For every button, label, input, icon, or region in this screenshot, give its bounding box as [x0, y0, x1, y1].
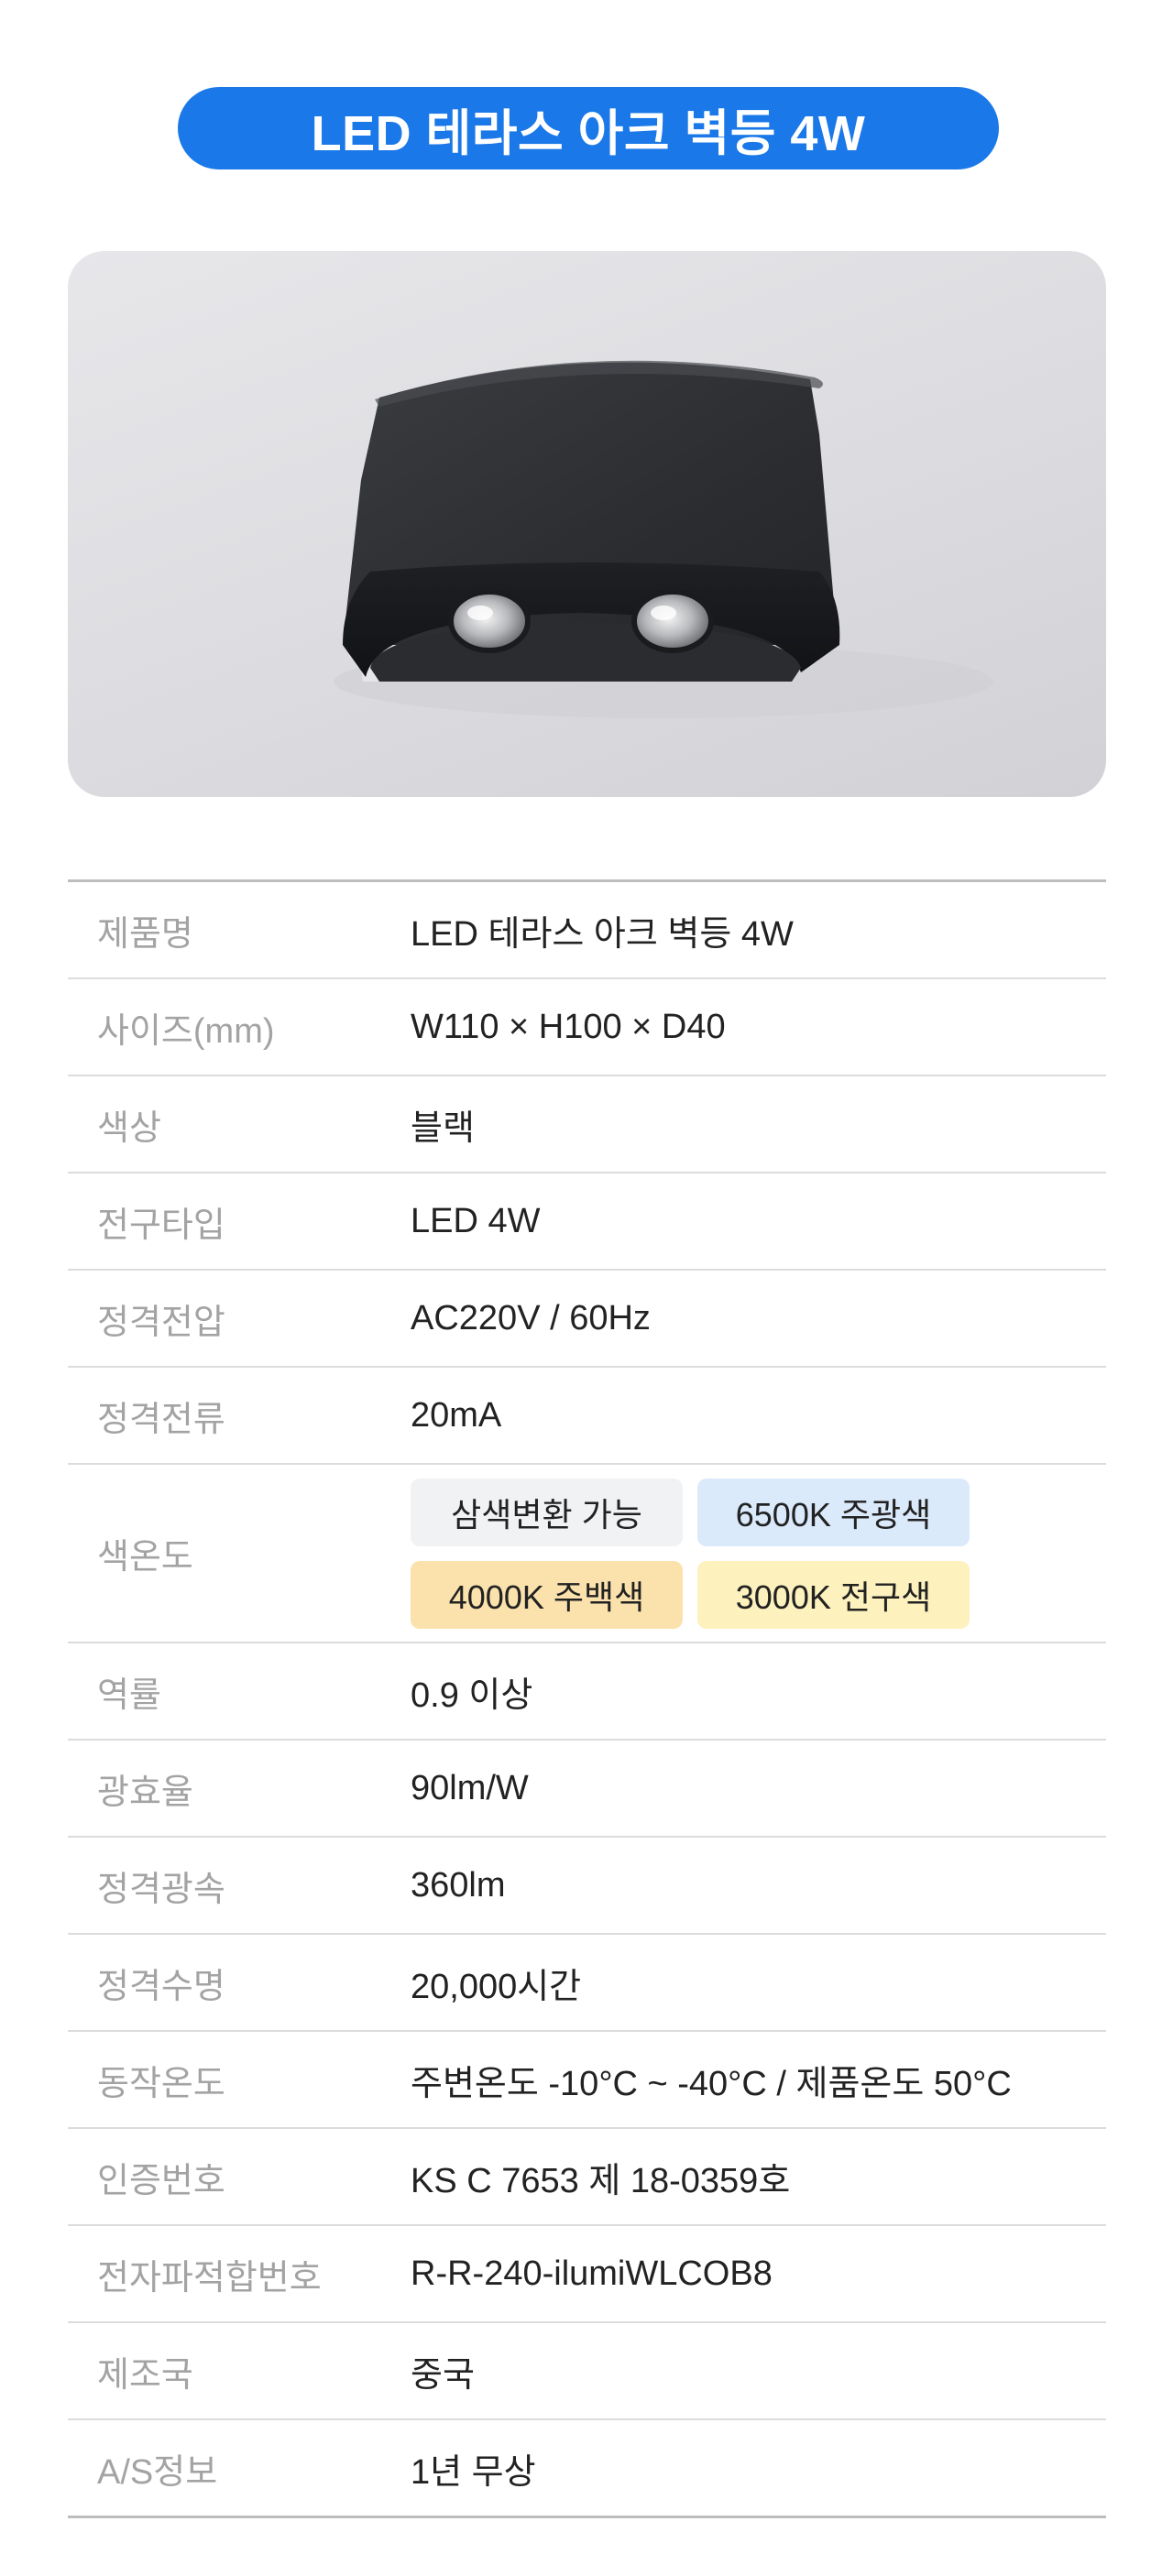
spec-label: A/S정보 — [97, 2452, 218, 2492]
color-temp-chip: 3000K 전구색 — [697, 1560, 970, 1629]
spec-value: W110 × H100 × D40 — [411, 1007, 726, 1046]
spec-row-product-name: 제품명 LED 테라스 아크 벽등 4W — [68, 882, 1106, 979]
spec-label: 동작온도 — [97, 2064, 225, 2103]
spec-row-color-temperature: 색온도 삼색변환 가능 6500K 주광색 4000K 주백색 3000K 전구… — [68, 1465, 1106, 1643]
spec-value: KS C 7653 제 18-0359호 — [411, 2161, 791, 2200]
color-temp-chip: 삼색변환 가능 — [411, 1478, 683, 1546]
spec-label: 역률 — [97, 1675, 161, 1715]
color-temp-chip: 6500K 주광색 — [697, 1478, 970, 1546]
spec-row-origin: 제조국 중국 — [68, 2323, 1106, 2420]
spec-label: 제품명 — [97, 914, 193, 954]
spec-row-rated-current: 정격전류 20mA — [68, 1368, 1106, 1465]
spec-label: 정격광속 — [97, 1870, 225, 1909]
spec-row-luminous-flux: 정격광속 360lm — [68, 1838, 1106, 1935]
spec-value: 1년 무상 — [411, 2452, 536, 2492]
spec-row-as-info: A/S정보 1년 무상 — [68, 2420, 1106, 2516]
spec-label: 제조국 — [97, 2355, 193, 2395]
spec-value: 90lm/W — [411, 1768, 529, 1807]
spec-value: R-R-240-ilumiWLCOB8 — [411, 2254, 773, 2293]
spec-label: 광효율 — [97, 1773, 193, 1812]
spec-value: 0.9 이상 — [411, 1675, 533, 1715]
spec-value: 중국 — [411, 2355, 475, 2395]
page-title: LED 테라스 아크 벽등 4W — [178, 87, 999, 169]
spec-label: 정격전압 — [97, 1303, 225, 1342]
color-temp-chip: 4000K 주백색 — [411, 1560, 683, 1629]
spec-value: 블랙 — [411, 1108, 475, 1148]
spec-row-bulb-type: 전구타입 LED 4W — [68, 1173, 1106, 1271]
spec-row-operating-temp: 동작온도 주변온도 -10°C ~ -40°C / 제품온도 50°C — [68, 2032, 1106, 2129]
spec-value: 주변온도 -10°C ~ -40°C / 제품온도 50°C — [411, 2064, 1012, 2103]
spec-label: 색온도 — [97, 1538, 193, 1577]
spec-label: 전자파적합번호 — [97, 2258, 322, 2298]
spec-row-certification: 인증번호 KS C 7653 제 18-0359호 — [68, 2129, 1106, 2226]
product-photo — [68, 251, 1106, 797]
spec-table: 제품명 LED 테라스 아크 벽등 4W 사이즈(mm) W110 × H100… — [68, 879, 1106, 2518]
spec-label: 정격전류 — [97, 1400, 225, 1439]
spec-row-lifespan: 정격수명 20,000시간 — [68, 1935, 1106, 2032]
spec-row-power-factor: 역률 0.9 이상 — [68, 1643, 1106, 1741]
color-temp-chips: 삼색변환 가능 6500K 주광색 4000K 주백색 3000K 전구색 — [411, 1478, 1106, 1629]
spec-value: LED 테라스 아크 벽등 4W — [411, 914, 794, 954]
spec-row-luminous-efficacy: 광효율 90lm/W — [68, 1741, 1106, 1838]
spec-value: 20mA — [411, 1395, 502, 1435]
spec-row-color: 색상 블랙 — [68, 1076, 1106, 1173]
spec-value: LED 4W — [411, 1201, 541, 1240]
spec-label: 정격수명 — [97, 1967, 225, 2006]
spec-row-emc-number: 전자파적합번호 R-R-240-ilumiWLCOB8 — [68, 2226, 1106, 2323]
spec-row-rated-voltage: 정격전압 AC220V / 60Hz — [68, 1271, 1106, 1368]
spec-label: 사이즈(mm) — [97, 1011, 275, 1051]
spec-label: 색상 — [97, 1108, 161, 1148]
spec-value: 20,000시간 — [411, 1967, 582, 2006]
spec-label: 전구타입 — [97, 1206, 225, 1245]
spec-row-size: 사이즈(mm) W110 × H100 × D40 — [68, 979, 1106, 1076]
spec-value: 360lm — [411, 1865, 506, 1905]
spec-label: 인증번호 — [97, 2161, 225, 2200]
spec-value: AC220V / 60Hz — [411, 1298, 651, 1337]
